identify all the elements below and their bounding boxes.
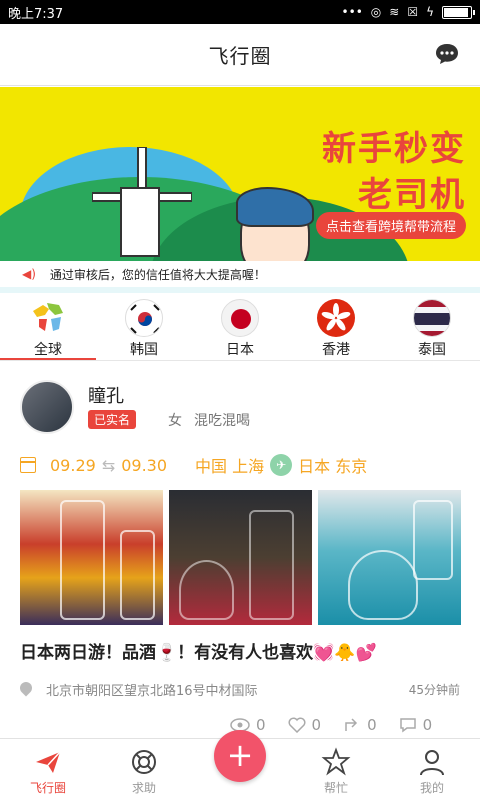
alarm-icon: ◎ [370, 5, 382, 19]
status-bar: 晚上7:37 ••• ◎ ≋ ☒ ϟ [0, 0, 480, 24]
mascot-hair [236, 187, 314, 227]
like-button[interactable]: 0 [288, 716, 322, 734]
notice-bar: ◀) 通过审核后，您的信任值将大大提高喔！ [0, 261, 480, 287]
plane-icon: ✈ [270, 454, 293, 476]
region-tabs: 全球 韩国 日本 香港 泰国 [0, 293, 480, 361]
wifi-icon: ≋ [389, 5, 400, 19]
share-button[interactable]: 0 [343, 716, 377, 734]
tab-global[interactable]: 全球 [0, 293, 96, 360]
username[interactable]: 瞳孔 [88, 382, 124, 408]
location-pin-icon [20, 682, 32, 698]
thailand-flag-icon [413, 299, 451, 337]
views-count: 0 [256, 716, 266, 734]
heart-icon [288, 717, 306, 733]
post-stats: 0 0 0 0 [230, 716, 432, 734]
post-photos [20, 490, 461, 625]
tab-japan[interactable]: 日本 [192, 293, 288, 360]
post-time: 45分钟前 [408, 683, 460, 697]
comments-count: 0 [422, 716, 433, 734]
verified-badge: 已实名 [88, 410, 137, 429]
tab-label: 泰国 [418, 342, 446, 358]
title-bar: 飞行圈 [0, 24, 480, 86]
trip-destination: 日本 东京 [298, 457, 368, 476]
post-photo[interactable] [169, 490, 312, 625]
bottle-shape [249, 510, 294, 620]
user-icon [420, 750, 444, 776]
glass-shape [120, 530, 155, 620]
avatar[interactable] [20, 380, 74, 434]
post-location: 北京市朝阳区望京北路16号中材国际 45分钟前 [20, 680, 460, 699]
tab-korea[interactable]: 韩国 [96, 293, 192, 360]
shares-count: 0 [367, 716, 377, 734]
nav-help[interactable]: 求助 [96, 739, 192, 800]
charging-icon: ϟ [426, 5, 434, 19]
nav-feed[interactable]: 飞行圈 [0, 739, 96, 800]
sim-icon: ☒ [407, 5, 419, 19]
tab-label: 全球 [34, 342, 62, 358]
banner-title-line1: 新手秒变 [322, 129, 466, 169]
hongkong-flag-icon [317, 299, 355, 337]
more-dots-icon: ••• [341, 5, 363, 19]
glass-shape [348, 550, 418, 620]
post-photo[interactable] [20, 490, 163, 625]
status-icons: ••• ◎ ≋ ☒ ϟ [341, 5, 475, 19]
nav-assist[interactable]: 帮忙 [288, 739, 384, 800]
comment-icon [399, 718, 416, 733]
post-title[interactable]: 日本两日游！品酒🍷！有没有人也喜欢💓🐥💕 [20, 638, 377, 663]
tab-label: 韩国 [130, 342, 158, 358]
trip-origin: 中国 上海 [195, 457, 265, 476]
tab-label: 香港 [322, 342, 350, 358]
nav-label: 飞行圈 [29, 781, 66, 795]
battery-icon [442, 5, 475, 19]
korea-flag-icon [125, 299, 163, 337]
tab-hongkong[interactable]: 香港 [288, 293, 384, 360]
date-from: 09.29 [50, 455, 96, 475]
tab-label: 日本 [226, 342, 254, 358]
post-photo[interactable] [318, 490, 461, 625]
star-hand-icon [321, 747, 351, 776]
promo-banner[interactable]: 新手秒变 老司机 点击查看跨境帮带流程 [0, 87, 480, 261]
nav-profile[interactable]: 我的 [384, 739, 480, 800]
nav-label: 我的 [419, 781, 444, 795]
date-to: 09.30 [121, 455, 168, 475]
location-address: 北京市朝阳区望京北路16号中材国际 [46, 684, 258, 699]
status-time: 晚上7:37 [8, 6, 64, 22]
glass-shape [60, 500, 105, 620]
chat-icon[interactable] [434, 42, 460, 66]
nav-label: 帮忙 [323, 781, 348, 795]
lifebuoy-icon [132, 750, 156, 774]
user-tagline: 混吃混喝 [194, 413, 250, 429]
share-icon [345, 718, 358, 731]
speaker-icon: ◀) [22, 267, 36, 281]
likes-count: 0 [311, 716, 322, 734]
notice-text: 通过审核后，您的信任值将大大提高喔！ [49, 267, 266, 282]
page-title: 飞行圈 [208, 44, 272, 68]
calendar-icon [20, 457, 36, 473]
glass-shape [413, 500, 453, 580]
paper-plane-icon [36, 751, 61, 773]
windmill-icon [120, 187, 160, 257]
japan-flag-icon [221, 299, 259, 337]
trip-info: 09.29 ⇆ 09.30 中国 上海 ✈ 日本 东京 [20, 453, 367, 477]
tab-thailand[interactable]: 泰国 [384, 293, 480, 360]
glass-shape [179, 560, 234, 620]
swap-arrows-icon: ⇆ [101, 455, 116, 475]
globe-icon [29, 299, 67, 337]
add-post-button[interactable]: + [214, 730, 266, 782]
banner-title-line2: 老司机 [358, 175, 466, 215]
comment-button[interactable]: 0 [399, 716, 433, 734]
banner-cta[interactable]: 点击查看跨境帮带流程 [315, 212, 466, 239]
nav-label: 求助 [131, 781, 156, 795]
gender-label: 女 [168, 413, 182, 429]
